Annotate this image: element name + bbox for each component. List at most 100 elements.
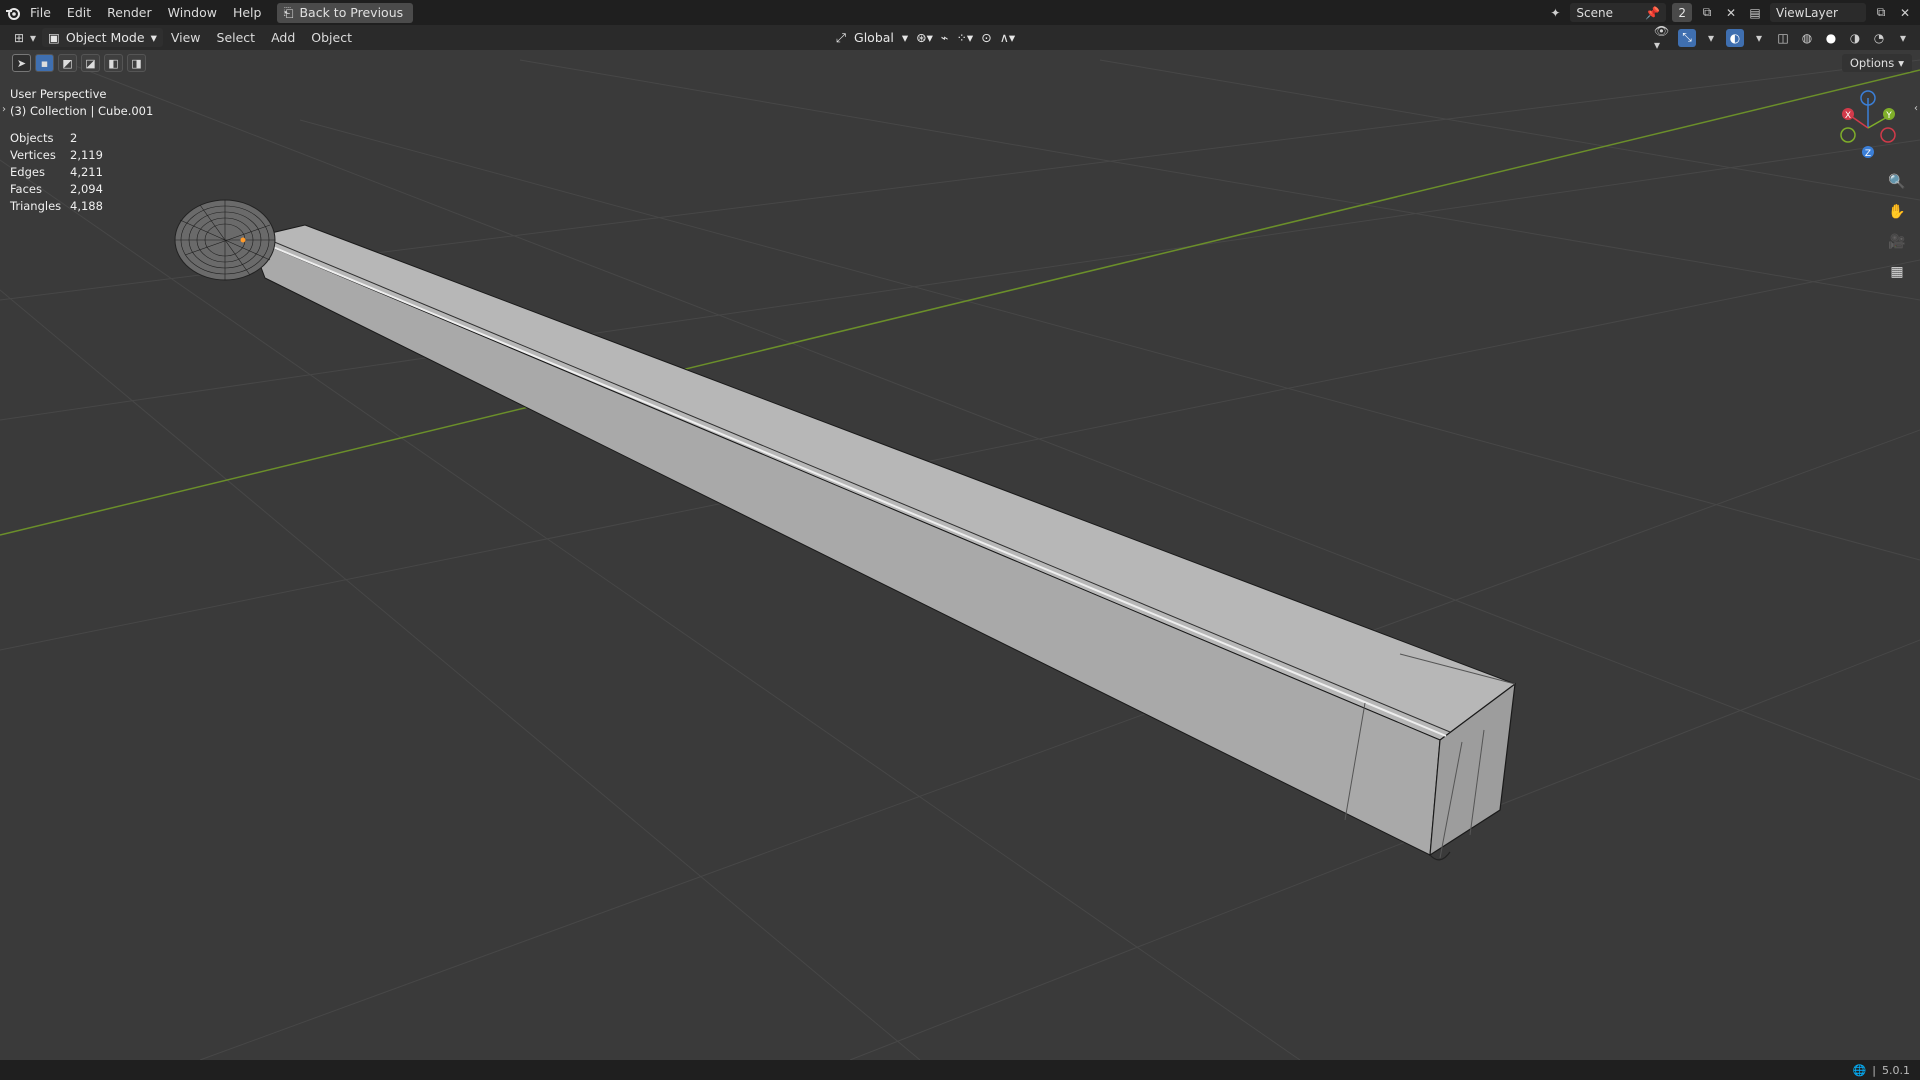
scene-name-field[interactable]: Scene 📌 (1570, 3, 1667, 22)
viewlayer-name: ViewLayer (1776, 5, 1838, 20)
visibility-icon[interactable]: 👁▾ (1654, 24, 1672, 52)
stat-row: Objects 2 (10, 131, 103, 148)
viewlayer-selector-icon[interactable]: ▤ (1746, 4, 1764, 22)
chevron-down-icon[interactable]: ▾ (1894, 29, 1912, 47)
mode-label: Object Mode (65, 30, 145, 45)
select-invert-icon[interactable]: ◧ (104, 54, 123, 72)
stat-row: Faces 2,094 (10, 182, 103, 199)
back-label: Back to Previous (299, 5, 404, 20)
gizmo-z-label: Z (1865, 149, 1871, 159)
wireframe-shading-icon[interactable]: ◍ (1798, 29, 1816, 47)
header-center-tools: ⤢ Global ▾ ⊛▾ ⌁ ⁘▾ ⊙ ∧▾ (836, 25, 1015, 50)
viewlayer-name-field[interactable]: ViewLayer (1770, 3, 1866, 22)
gizmo-x-label: X (1845, 111, 1851, 121)
back-icon: ⎗ (283, 4, 294, 20)
pan-hand-icon[interactable]: ✋ (1884, 200, 1910, 224)
chevron-down-icon: ▾ (150, 30, 157, 45)
menu-select[interactable]: Select (209, 30, 264, 45)
menu-file[interactable]: File (22, 0, 59, 25)
snap-toggle-icon[interactable]: ⌁ (941, 30, 949, 45)
menu-help[interactable]: Help (225, 0, 270, 25)
delete-viewlayer-icon[interactable]: ✕ (1896, 4, 1914, 22)
topbar-right: ✦ Scene 📌 2 ⧉ ✕ ▤ ViewLayer ⧉ ✕ (1546, 0, 1920, 25)
rendered-shading-icon[interactable]: ◔ (1870, 29, 1888, 47)
scene-user-count[interactable]: 2 (1672, 3, 1692, 22)
gizmo-y-label: Y (1885, 111, 1892, 121)
stat-label: Edges (10, 165, 45, 179)
scene-selector-icon[interactable]: ✦ (1546, 4, 1564, 22)
select-extend-icon[interactable]: ◩ (58, 54, 77, 72)
new-scene-icon[interactable]: ⧉ (1698, 4, 1716, 22)
version-label: 5.0.1 (1882, 1063, 1910, 1077)
viewport-navigation-tools: 🔍 ✋ 🎥 ▦ (1884, 170, 1910, 284)
pin-icon[interactable]: 📌 (1645, 6, 1660, 20)
back-to-previous-button[interactable]: ⎗ Back to Previous (277, 2, 414, 23)
stat-value: 2,119 (70, 148, 103, 162)
perspective-label: User Perspective (10, 87, 107, 101)
viewport-scene (0, 59, 1920, 1060)
material-shading-icon[interactable]: ◑ (1846, 29, 1864, 47)
network-globe-icon: 🌐 (1852, 1063, 1867, 1077)
chevron-down-icon: ▾ (1898, 56, 1904, 70)
zoom-icon[interactable]: 🔍 (1884, 170, 1910, 194)
gizmo-toggle-icon[interactable]: ⤡ (1678, 28, 1696, 47)
viewport-info: User Perspective (3) Collection | Cube.0… (10, 86, 153, 120)
pivot-point-icon[interactable]: ⊛▾ (916, 30, 933, 45)
delete-scene-icon[interactable]: ✕ (1722, 4, 1740, 22)
version-separator: | (1872, 1063, 1876, 1077)
stat-row: Vertices 2,119 (10, 148, 103, 165)
top-bar: File Edit Render Window Help ⎗ Back to P… (0, 0, 1920, 25)
stat-value: 4,211 (70, 165, 103, 179)
stat-label: Triangles (10, 199, 62, 213)
falloff-icon[interactable]: ∧▾ (1000, 30, 1015, 45)
status-bar: 🌐 | 5.0.1 (0, 1060, 1920, 1080)
object-mode-icon: ▣ (48, 30, 60, 45)
snap-target-icon[interactable]: ⁘▾ (956, 30, 973, 45)
blender-logo-icon[interactable] (4, 4, 22, 22)
menu-edit[interactable]: Edit (59, 0, 99, 25)
menu-add[interactable]: Add (263, 30, 303, 45)
chevron-down-icon[interactable]: ▾ (902, 30, 908, 45)
match-stick-mesh[interactable] (248, 224, 1517, 861)
transform-orientation-dropdown[interactable]: Global (854, 30, 894, 45)
stat-value: 2 (70, 131, 78, 145)
select-tool-bar: ➤ ▪ ◩ ◪ ◧ ◨ (12, 54, 146, 72)
navigation-gizmo[interactable]: X Y Z (1828, 88, 1908, 168)
menu-object[interactable]: Object (303, 30, 360, 45)
chevron-down-icon[interactable]: ▾ (1750, 29, 1768, 47)
sidebar-toggle-icon[interactable]: ‹ (1914, 103, 1918, 114)
perspective-toggle-icon[interactable]: ▦ (1884, 260, 1910, 284)
stat-row: Edges 4,211 (10, 165, 103, 182)
menu-window[interactable]: Window (160, 0, 225, 25)
select-new-icon[interactable]: ▪ (35, 54, 54, 72)
new-viewlayer-icon[interactable]: ⧉ (1872, 4, 1890, 22)
select-cursor-icon[interactable]: ➤ (12, 54, 31, 72)
toolbar-toggle-icon[interactable]: › (2, 104, 6, 115)
stat-value: 2,094 (70, 182, 103, 196)
transform-orientation-icon: ⤢ (836, 29, 847, 45)
viewport-header: ⊞ ▾ ▣ Object Mode ▾ View Select Add Obje… (0, 24, 1920, 52)
editor-type-icon[interactable]: ⊞ (10, 29, 28, 47)
overlays-toggle-icon[interactable]: ◐ (1726, 28, 1744, 47)
stat-label: Objects (10, 131, 54, 145)
camera-view-icon[interactable]: 🎥 (1884, 230, 1910, 254)
menu-render[interactable]: Render (99, 0, 160, 25)
select-intersect-icon[interactable]: ◨ (127, 54, 146, 72)
menu-view[interactable]: View (163, 30, 209, 45)
object-origin (240, 237, 246, 243)
xray-toggle-icon[interactable]: ◫ (1774, 29, 1792, 47)
select-subtract-icon[interactable]: ◪ (81, 54, 100, 72)
scene-name: Scene (1576, 5, 1613, 20)
options-dropdown[interactable]: Options ▾ (1841, 54, 1912, 72)
3d-viewport[interactable]: X Y Z (0, 50, 1920, 1060)
solid-shading-icon[interactable]: ● (1822, 29, 1840, 47)
stat-label: Vertices (10, 148, 56, 162)
header-right-tools: 👁▾ ⤡ ▾ ◐ ▾ ◫ ◍ ● ◑ ◔ ▾ (1654, 24, 1912, 52)
chevron-down-icon[interactable]: ▾ (1702, 29, 1720, 47)
proportional-editing-icon[interactable]: ⊙ (981, 30, 991, 45)
match-head-mesh[interactable] (174, 199, 276, 281)
scene-statistics: Objects 2 Vertices 2,119 Edges 4,211 Faces 2… (10, 131, 103, 216)
chevron-down-icon[interactable]: ▾ (28, 29, 38, 47)
mode-dropdown[interactable]: ▣ Object Mode ▾ (42, 28, 163, 47)
options-label: Options (1849, 56, 1895, 70)
